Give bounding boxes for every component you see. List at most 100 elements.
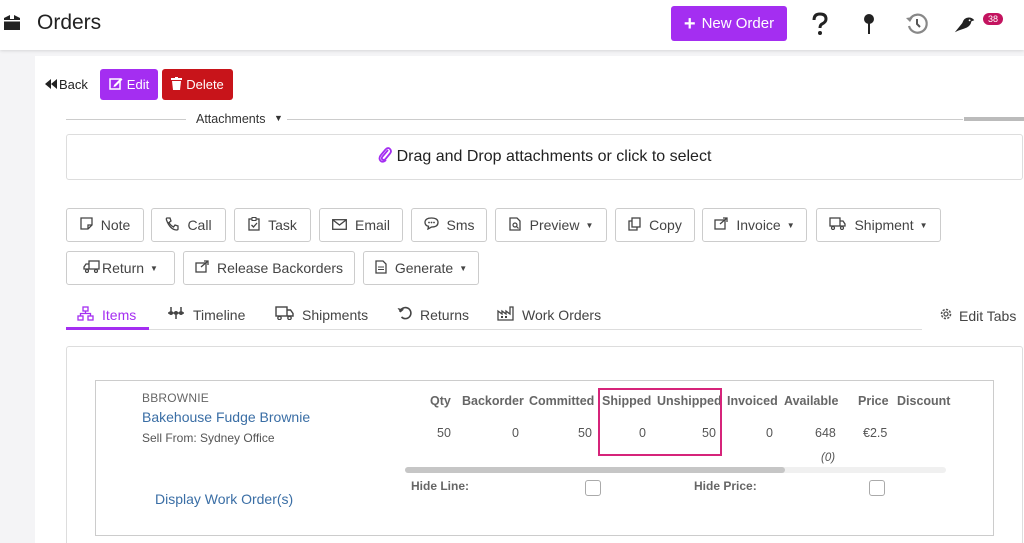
back-label: Back: [59, 77, 88, 92]
caret-down-icon: ▼: [919, 220, 928, 230]
column-header-backorder: Backorder: [462, 394, 524, 408]
edit-icon: [109, 77, 123, 93]
copy-button[interactable]: Copy: [615, 208, 695, 242]
trash-icon: [171, 76, 183, 93]
tab-shipments-label: Shipments: [302, 306, 369, 323]
call-button[interactable]: Call: [151, 208, 226, 242]
column-header-price: Price: [858, 394, 889, 408]
column-header-committed: Committed: [529, 394, 595, 408]
shipment-button[interactable]: Shipment ▼: [816, 208, 941, 242]
delete-label: Delete: [186, 77, 224, 92]
truck-icon: [829, 217, 847, 233]
gear-icon: [939, 307, 953, 324]
divider: [964, 117, 1024, 121]
value-available: 648: [815, 426, 836, 440]
edit-tabs-label: Edit Tabs: [959, 307, 1017, 324]
divider: [287, 119, 963, 120]
tab-timeline-label: Timeline: [193, 306, 246, 323]
column-header-available: Available: [784, 394, 839, 408]
note-icon: [80, 217, 93, 233]
bird-icon[interactable]: [953, 12, 977, 36]
divider: [66, 119, 186, 120]
release-backorders-label: Release Backorders: [216, 260, 344, 276]
attachments-toggle[interactable]: Attachments: [196, 112, 265, 126]
display-work-orders-link[interactable]: Display Work Order(s): [155, 491, 293, 507]
generate-button[interactable]: Generate ▼: [363, 251, 479, 285]
task-button[interactable]: Task: [234, 208, 311, 242]
more-icon[interactable]: [1016, 12, 1024, 36]
invoice-label: Invoice: [736, 217, 781, 233]
tab-returns-label: Returns: [420, 306, 470, 323]
top-bar: Orders + New Order 38: [0, 0, 1024, 50]
caret-down-icon: ▼: [585, 220, 594, 230]
email-button[interactable]: Email: [319, 208, 403, 242]
tab-shipments[interactable]: Shipments: [275, 306, 368, 323]
hide-price-checkbox[interactable]: [869, 480, 885, 496]
available-subvalue: (0): [821, 452, 836, 464]
truck-return-icon: [83, 260, 100, 276]
active-tab-indicator: [66, 327, 149, 330]
copy-icon: [628, 216, 641, 234]
generate-label: Generate: [394, 260, 454, 276]
hide-price-label: Hide Price:: [694, 479, 757, 493]
value-price: €2.5: [863, 426, 888, 440]
edit-button[interactable]: Edit: [100, 69, 158, 100]
call-label: Call: [187, 217, 212, 233]
new-order-label: New Order: [701, 15, 775, 32]
pin-icon[interactable]: [857, 12, 881, 36]
caret-down-icon: ▼: [150, 263, 158, 273]
factory-icon: [497, 306, 514, 324]
sitemap-icon: [77, 306, 94, 324]
attachment-dropzone[interactable]: Drag and Drop attachments or click to se…: [66, 134, 1023, 180]
horizontal-scrollbar-thumb[interactable]: [405, 467, 785, 473]
task-label: Task: [268, 217, 297, 233]
product-name-link[interactable]: Bakehouse Fudge Brownie: [142, 409, 310, 425]
note-label: Note: [100, 217, 131, 233]
dropzone-text: Drag and Drop attachments or click to se…: [396, 148, 712, 165]
tab-items-label: Items: [102, 307, 137, 323]
preview-label: Preview: [529, 217, 580, 233]
delete-button[interactable]: Delete: [162, 69, 233, 100]
document-icon: [375, 259, 387, 277]
tab-returns[interactable]: Returns: [397, 306, 469, 323]
column-header-qty: Qty: [430, 394, 451, 408]
tab-work-orders[interactable]: Work Orders: [497, 306, 601, 324]
sms-label: Sms: [446, 217, 475, 233]
back-button[interactable]: Back: [45, 77, 88, 92]
caret-down-icon: ▼: [459, 263, 468, 273]
invoice-button[interactable]: Invoice ▼: [702, 208, 807, 242]
sms-button[interactable]: Sms: [411, 208, 487, 242]
truck-icon: [275, 306, 294, 323]
tab-timeline[interactable]: Timeline: [167, 306, 245, 323]
hide-line-checkbox[interactable]: [585, 480, 601, 496]
caret-down-icon: ▼: [786, 220, 795, 230]
email-label: Email: [354, 217, 390, 233]
edit-tabs-button[interactable]: Edit Tabs: [939, 307, 1016, 324]
double-chevron-left-icon: [45, 77, 57, 92]
preview-button[interactable]: Preview ▼: [495, 208, 607, 242]
sell-from-text: Sell From: Sydney Office: [142, 431, 275, 445]
release-backorders-button[interactable]: Release Backorders: [183, 251, 355, 285]
tab-items[interactable]: Items: [77, 306, 136, 324]
value-invoiced: 0: [766, 426, 773, 440]
share-icon: [195, 260, 209, 276]
envelope-icon: [332, 217, 347, 233]
return-button[interactable]: Return ▼: [66, 251, 175, 285]
caret-down-icon[interactable]: ▼: [274, 113, 283, 123]
value-backorder: 0: [512, 426, 519, 440]
box-icon: [3, 12, 21, 32]
copy-label: Copy: [649, 217, 682, 233]
note-button[interactable]: Note: [66, 208, 144, 242]
notification-badge: 38: [983, 13, 1004, 25]
highlight-box: [598, 388, 722, 456]
tab-work-orders-label: Work Orders: [522, 307, 602, 323]
shipment-label: Shipment: [854, 217, 914, 233]
clipboard-check-icon: [248, 216, 260, 234]
history-icon[interactable]: [905, 12, 929, 36]
page-title: Orders: [37, 11, 102, 34]
product-sku: BBROWNIE: [142, 391, 209, 405]
tabs-divider: [66, 329, 922, 330]
value-committed: 50: [578, 426, 592, 440]
help-icon[interactable]: [808, 12, 832, 36]
new-order-button[interactable]: + New Order: [671, 6, 787, 41]
